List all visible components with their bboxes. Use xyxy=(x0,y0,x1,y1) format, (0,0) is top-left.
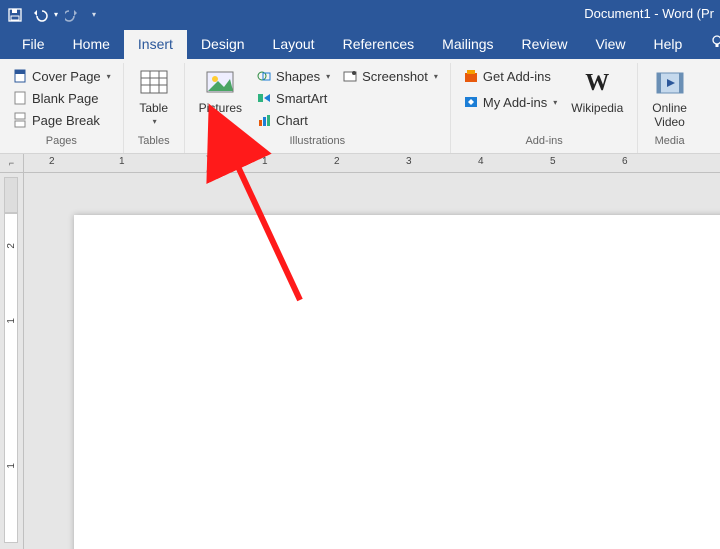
blank-page-icon xyxy=(12,90,28,106)
tab-mailings[interactable]: Mailings xyxy=(428,30,507,59)
tab-help[interactable]: Help xyxy=(640,30,697,59)
pictures-button[interactable]: Pictures ▾ xyxy=(193,65,248,128)
cover-page-icon xyxy=(12,68,28,84)
wikipedia-button[interactable]: W Wikipedia xyxy=(565,65,629,117)
wikipedia-label: Wikipedia xyxy=(571,101,623,115)
my-addins-icon xyxy=(463,94,479,110)
blank-page-button[interactable]: Blank Page xyxy=(8,87,115,109)
tab-references[interactable]: References xyxy=(329,30,429,59)
window-title: Document1 - Word (Pr xyxy=(584,6,714,21)
group-media-label: Media xyxy=(655,133,685,150)
group-addins-label: Add-ins xyxy=(525,133,562,150)
table-label: Table xyxy=(139,101,168,115)
ribbon-tabs: File Home Insert Design Layout Reference… xyxy=(0,29,720,59)
group-illustrations-label: Illustrations xyxy=(289,133,345,150)
group-tables-label: Tables xyxy=(138,133,170,150)
smartart-icon xyxy=(256,90,272,106)
get-addins-label: Get Add-ins xyxy=(483,69,551,84)
my-addins-label: My Add-ins xyxy=(483,95,547,110)
wikipedia-icon: W xyxy=(581,67,613,99)
group-tables: Table ▾ Tables xyxy=(124,63,185,153)
online-video-button[interactable]: Online Video xyxy=(646,65,693,131)
chart-label: Chart xyxy=(276,113,308,128)
shapes-label: Shapes xyxy=(276,69,320,84)
undo-dropdown-icon[interactable]: ▾ xyxy=(54,10,58,19)
chart-icon xyxy=(256,112,272,128)
chevron-down-icon: ▾ xyxy=(326,72,330,81)
tab-home[interactable]: Home xyxy=(59,30,124,59)
group-addins: Get Add-ins My Add-ins ▾ W Wikipedia Add-… xyxy=(451,63,638,153)
chevron-down-icon: ▾ xyxy=(107,72,111,81)
undo-icon[interactable] xyxy=(30,6,48,24)
chevron-down-icon: ▾ xyxy=(434,72,438,81)
store-icon xyxy=(463,68,479,84)
chevron-down-icon: ▾ xyxy=(219,117,223,126)
vertical-ruler[interactable]: 2 1 1 xyxy=(0,173,24,549)
save-icon[interactable] xyxy=(6,6,24,24)
chevron-down-icon: ▾ xyxy=(153,117,157,126)
my-addins-button[interactable]: My Add-ins ▾ xyxy=(459,91,561,113)
chevron-down-icon: ▾ xyxy=(553,98,557,107)
cover-page-button[interactable]: Cover Page ▾ xyxy=(8,65,115,87)
document-workspace: 2 1 1 Video provides a powerful way to h… xyxy=(0,173,720,549)
document-page[interactable] xyxy=(74,215,720,549)
tell-me-bulb-icon[interactable] xyxy=(702,29,720,59)
group-pages: Cover Page ▾ Blank Page Page Break Pages xyxy=(0,63,124,153)
tab-view[interactable]: View xyxy=(581,30,639,59)
table-button[interactable]: Table ▾ xyxy=(132,65,176,128)
tab-file[interactable]: File xyxy=(8,30,59,59)
shapes-button[interactable]: Shapes ▾ xyxy=(252,65,334,87)
online-video-label: Online Video xyxy=(652,101,687,129)
tab-review[interactable]: Review xyxy=(508,30,582,59)
quick-access-toolbar: ▾ ▾ xyxy=(6,6,96,24)
tab-insert[interactable]: Insert xyxy=(124,30,187,59)
smartart-button[interactable]: SmartArt xyxy=(252,87,334,109)
table-icon xyxy=(138,67,170,99)
cover-page-label: Cover Page xyxy=(32,69,101,84)
ribbon: Cover Page ▾ Blank Page Page Break Pages xyxy=(0,59,720,154)
pictures-label: Pictures xyxy=(199,101,242,115)
page-area[interactable]: Video provides a powerful way to help yo… xyxy=(24,173,720,549)
screenshot-icon xyxy=(342,68,358,84)
video-icon xyxy=(654,67,686,99)
group-pages-label: Pages xyxy=(46,133,77,150)
ruler-h-scale: 2 1 1 2 3 4 5 6 xyxy=(24,154,720,172)
tab-design[interactable]: Design xyxy=(187,30,259,59)
chart-button[interactable]: Chart xyxy=(252,109,334,131)
pictures-icon xyxy=(204,67,236,99)
horizontal-ruler[interactable]: ⌐ 2 1 1 2 3 4 5 6 xyxy=(0,154,720,173)
smartart-label: SmartArt xyxy=(276,91,327,106)
shapes-icon xyxy=(256,68,272,84)
screenshot-button[interactable]: Screenshot ▾ xyxy=(338,65,442,87)
page-break-icon xyxy=(12,112,28,128)
redo-icon[interactable] xyxy=(64,6,82,24)
blank-page-label: Blank Page xyxy=(32,91,99,106)
screenshot-label: Screenshot xyxy=(362,69,428,84)
page-break-label: Page Break xyxy=(32,113,100,128)
get-addins-button[interactable]: Get Add-ins xyxy=(459,65,561,87)
qat-customize-icon[interactable]: ▾ xyxy=(92,10,96,19)
group-illustrations: Pictures ▾ Shapes ▾ SmartArt Chart xyxy=(185,63,451,153)
tab-layout[interactable]: Layout xyxy=(259,30,329,59)
page-break-button[interactable]: Page Break xyxy=(8,109,115,131)
ruler-corner: ⌐ xyxy=(0,154,24,172)
title-bar: ▾ ▾ Document1 - Word (Pr xyxy=(0,0,720,29)
group-media: Online Video Media xyxy=(638,63,701,153)
